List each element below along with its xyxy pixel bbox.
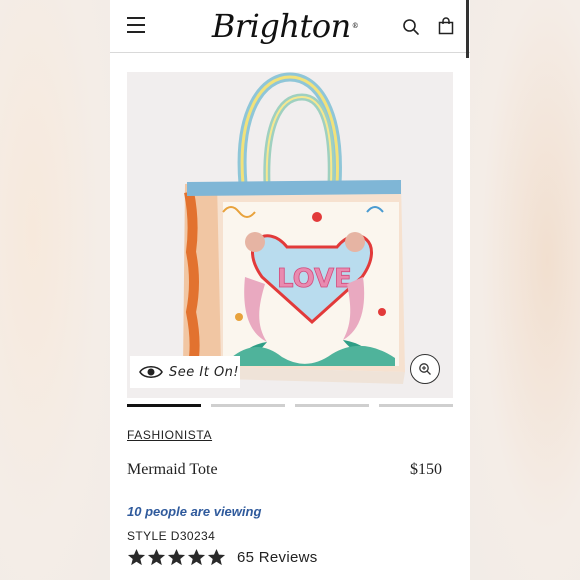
collection-link[interactable]: FASHIONISTA bbox=[127, 428, 212, 442]
shopping-bag-icon[interactable] bbox=[437, 17, 455, 35]
search-icon[interactable] bbox=[402, 18, 420, 36]
reviews-link[interactable]: 65 Reviews bbox=[237, 549, 318, 566]
registered-mark: ® bbox=[351, 22, 359, 30]
product-price: $150 bbox=[410, 461, 442, 478]
gallery-slide-indicator-4[interactable] bbox=[379, 404, 453, 407]
gallery-slide-indicator-2[interactable] bbox=[211, 404, 285, 407]
gallery-slide-indicator-1[interactable] bbox=[127, 404, 201, 407]
style-number: STYLE D30234 bbox=[127, 529, 216, 543]
star-icon bbox=[127, 548, 146, 566]
brand-logo[interactable]: Brighton ® bbox=[210, 4, 360, 48]
star-icon bbox=[187, 548, 206, 566]
eye-icon bbox=[139, 365, 163, 379]
product-name: Mermaid Tote bbox=[127, 461, 218, 478]
mobile-page: Brighton ® LOVE See It On! FASHIONISTA M… bbox=[110, 0, 470, 580]
background-right bbox=[470, 0, 580, 580]
viewing-notice: 10 people are viewing bbox=[127, 504, 262, 519]
tote-bag-illustration: LOVE bbox=[183, 72, 405, 384]
site-header: Brighton ® bbox=[110, 0, 470, 53]
svg-text:LOVE: LOVE bbox=[277, 264, 352, 294]
star-icon bbox=[167, 548, 186, 566]
zoom-button[interactable] bbox=[410, 354, 440, 384]
see-it-on-button[interactable]: See It On! bbox=[130, 356, 240, 388]
hamburger-menu-icon[interactable] bbox=[127, 17, 145, 33]
gallery-slide-indicator-3[interactable] bbox=[295, 404, 369, 407]
zoom-in-icon bbox=[419, 363, 431, 375]
rating-summary[interactable]: 65 Reviews bbox=[127, 548, 318, 567]
star-icon bbox=[147, 548, 166, 566]
gallery-pagination bbox=[127, 404, 453, 408]
background-left bbox=[0, 0, 110, 580]
product-image[interactable]: LOVE bbox=[127, 72, 453, 398]
brand-name: Brighton bbox=[211, 7, 351, 45]
scrollbar[interactable] bbox=[466, 0, 469, 58]
star-icon bbox=[207, 548, 226, 566]
see-it-on-label: See It On! bbox=[169, 364, 240, 380]
